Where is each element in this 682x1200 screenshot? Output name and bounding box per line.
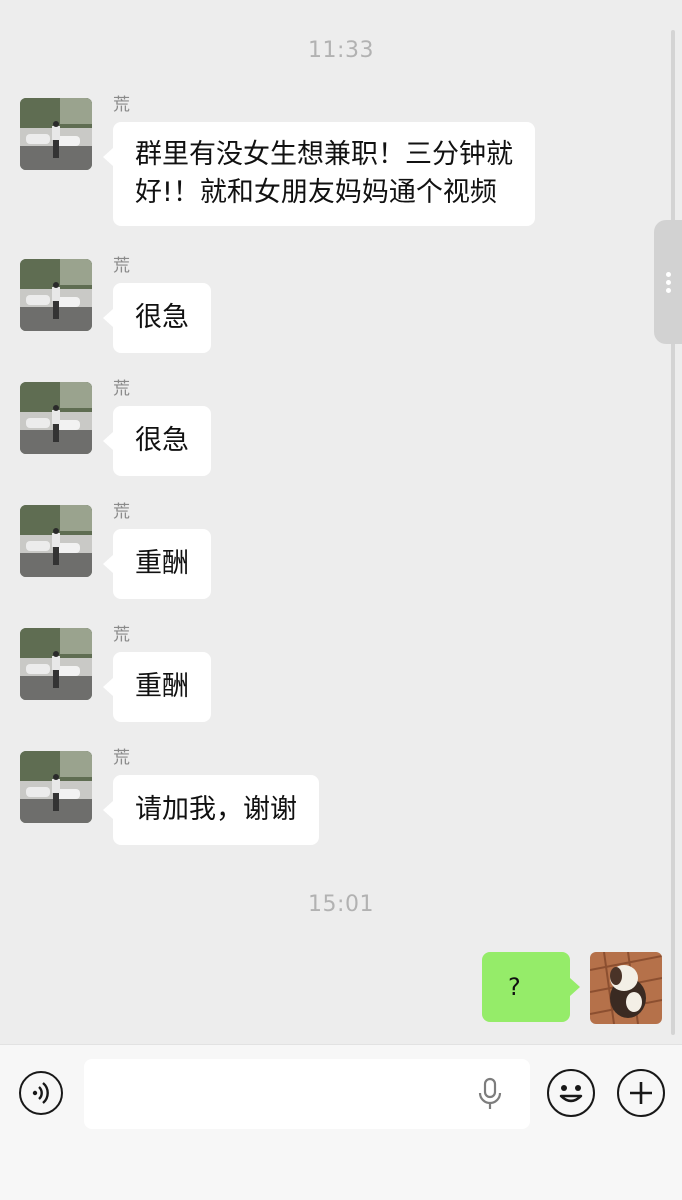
message-bubble[interactable]: 群里有没女生想兼职！三分钟就 好!！就和女朋友妈妈通个视频 [103, 122, 535, 226]
avatar[interactable] [20, 628, 92, 700]
message-line: 很急 [135, 425, 189, 456]
voice-icon[interactable] [19, 1071, 63, 1115]
scrollbar[interactable] [671, 30, 675, 1035]
avatar[interactable] [20, 505, 92, 577]
message-input[interactable] [84, 1059, 530, 1129]
message-line: 好!！就和女朋友妈妈通个视频 [135, 177, 497, 208]
message-line: 重酬 [135, 671, 189, 702]
emoji-icon[interactable] [547, 1069, 595, 1117]
message-line: 请加我，谢谢 [135, 794, 297, 825]
avatar[interactable] [20, 98, 92, 170]
message-bubble[interactable]: 重酬 [103, 529, 211, 599]
message-bubble[interactable]: 很急 [103, 406, 211, 476]
message-line: 群里有没女生想兼职！三分钟就 [135, 139, 513, 170]
outgoing-message-bubble[interactable]: ? [482, 952, 580, 1022]
timestamp: 15:01 [308, 892, 374, 917]
message-line: 很急 [135, 302, 189, 333]
avatar[interactable] [20, 382, 92, 454]
avatar[interactable] [20, 259, 92, 331]
message-bubble[interactable]: 重酬 [103, 652, 211, 722]
sender-name: 荒 [113, 625, 130, 645]
side-panel-handle[interactable] [654, 220, 682, 344]
input-bar [0, 1044, 682, 1200]
my-avatar[interactable] [590, 952, 662, 1024]
message-bubble[interactable]: 很急 [103, 283, 211, 353]
sender-name: 荒 [113, 95, 130, 115]
avatar[interactable] [20, 751, 92, 823]
timestamp: 11:33 [308, 38, 374, 63]
sender-name: 荒 [113, 502, 130, 522]
plus-icon[interactable] [617, 1069, 665, 1117]
message-line: 重酬 [135, 548, 189, 579]
sender-name: 荒 [113, 256, 130, 276]
message-bubble[interactable]: 请加我，谢谢 [103, 775, 319, 845]
sender-name: 荒 [113, 748, 130, 768]
sender-name: 荒 [113, 379, 130, 399]
microphone-icon[interactable] [476, 1077, 504, 1113]
